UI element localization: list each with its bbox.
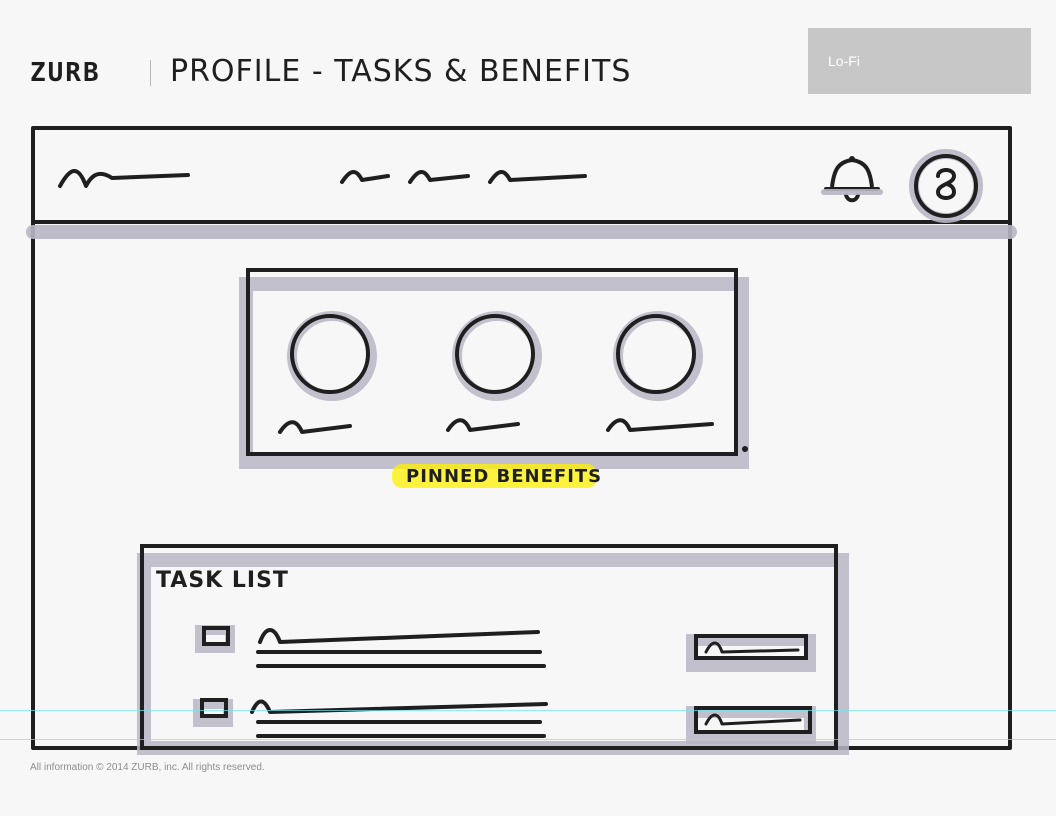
nav-link-squiggle-3 <box>488 170 587 184</box>
task-row <box>195 625 816 672</box>
benefit-tile-1[interactable] <box>278 311 377 434</box>
navbar-placeholders <box>58 169 587 188</box>
bell-icon[interactable] <box>821 156 883 203</box>
task-list-title: TASK LIST <box>156 568 289 593</box>
benefit-tile-2[interactable] <box>446 311 542 432</box>
avatar-icon[interactable] <box>909 149 983 223</box>
pinned-benefits-card <box>239 268 749 469</box>
copyright-text: All information © 2014 ZURB, inc. All ri… <box>30 762 265 773</box>
task-row <box>193 698 816 744</box>
guide-line <box>0 710 1056 711</box>
task-action-button[interactable] <box>686 634 816 672</box>
task-checkbox[interactable] <box>193 698 233 727</box>
benefit-tile-3[interactable] <box>606 311 714 432</box>
nav-link-squiggle-2 <box>408 170 470 184</box>
task-text-line-1 <box>258 628 540 644</box>
pinned-benefits-label: PINNED BENEFITS <box>406 466 603 487</box>
wireframe-sketch <box>26 126 1017 755</box>
nav-link-squiggle-1 <box>340 170 390 184</box>
task-action-button[interactable] <box>686 706 816 744</box>
logo-placeholder-squiggle <box>58 169 190 188</box>
guide-line <box>0 739 1056 740</box>
task-checkbox[interactable] <box>195 625 235 653</box>
